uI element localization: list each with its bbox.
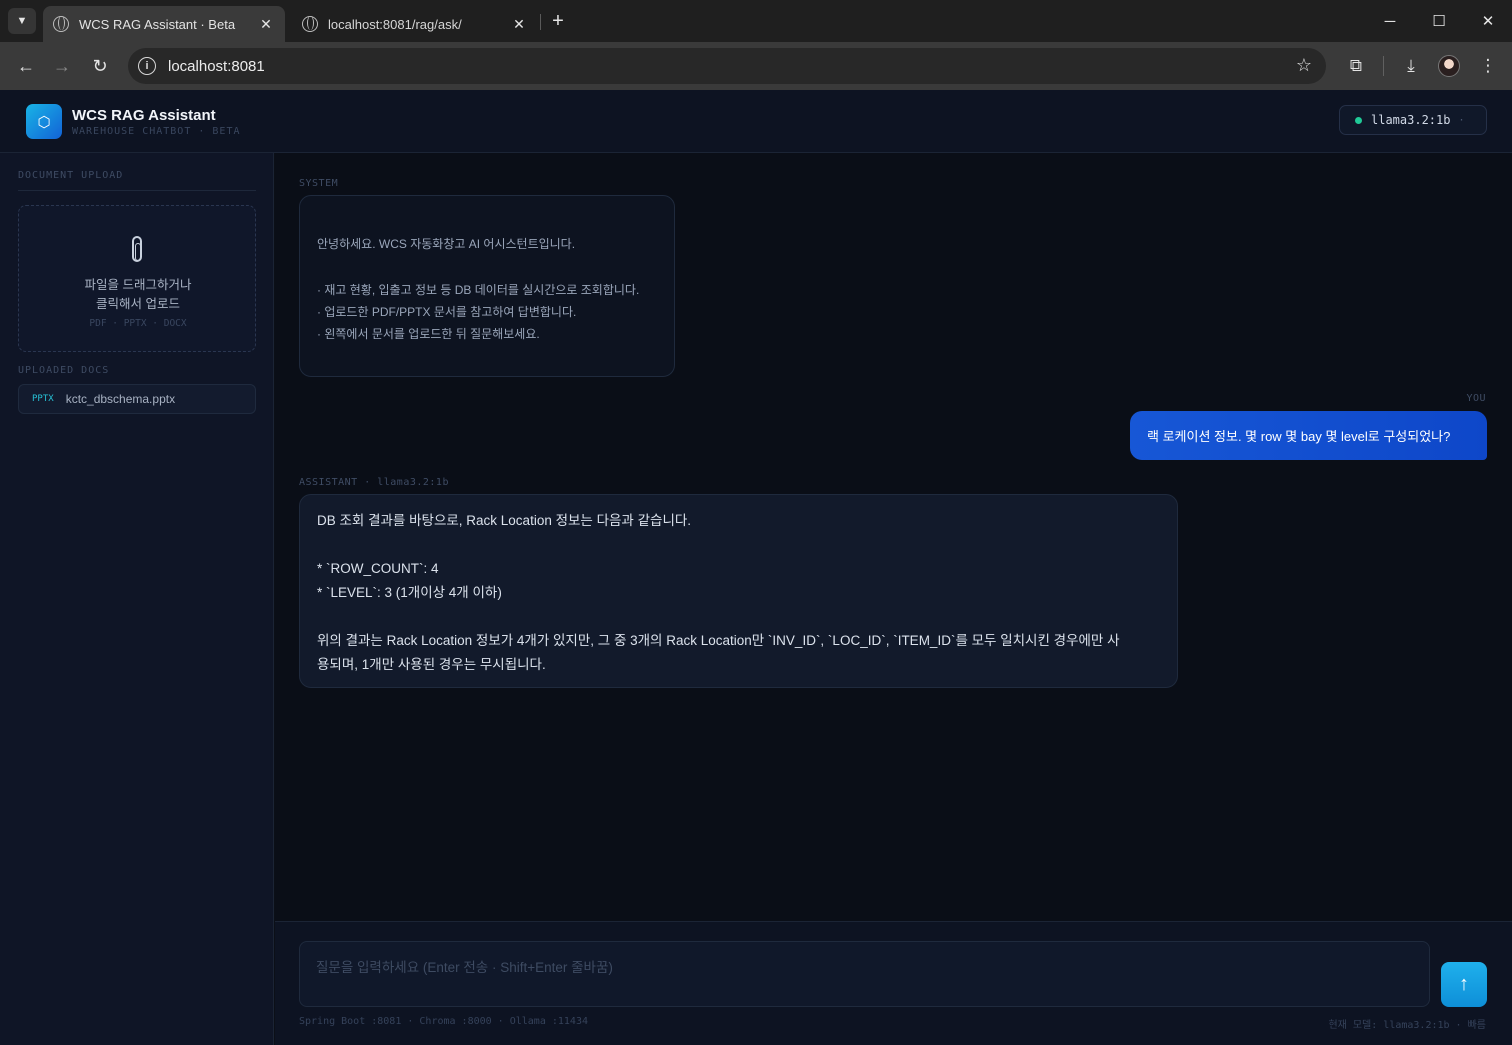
assistant-message: DB 조회 결과를 바탕으로, Rack Location 정보는 다음과 같습… [299, 494, 1178, 688]
chevron-down-icon: · [1458, 114, 1465, 126]
uploaded-docs-label: UPLOADED DOCS [18, 365, 110, 376]
system-message: 안녕하세요. WCS 자동화창고 AI 어시스턴트입니다. · 재고 현황, 입… [299, 195, 675, 377]
tab-title: localhost:8081/rag/ask/ [328, 16, 462, 32]
tab-wcs-rag-assistant[interactable]: WCS RAG Assistant · Beta ✕ [43, 6, 285, 42]
more-menu-icon[interactable]: ⋮ [1476, 54, 1500, 78]
app-header: ⬡ WCS RAG Assistant WAREHOUSE CHATBOT · … [0, 90, 1512, 153]
tab-rag-ask[interactable]: localhost:8081/rag/ask/ ✕ [292, 6, 538, 42]
assistant-label: ASSISTANT · llama3.2:1b [299, 477, 449, 488]
hexagon-logo-icon: ⬡ [26, 104, 62, 139]
system-line: · 업로드한 PDF/PPTX 문서를 참고하여 답변합니다. [317, 305, 577, 319]
globe-icon [302, 16, 318, 32]
extensions-icon[interactable]: ⧉ [1344, 54, 1368, 78]
assistant-line: 용되며, 1개만 사용된 경우는 무시됩니다. [317, 657, 546, 672]
send-button[interactable]: ↑ [1441, 962, 1487, 1007]
composer: ↑ Spring Boot :8081 · Chroma :8000 · Oll… [275, 921, 1512, 1045]
tab-divider [540, 14, 541, 30]
minimize-icon[interactable]: ─ [1372, 8, 1408, 34]
profile-avatar[interactable] [1438, 55, 1460, 77]
browser-toolbar: ← → ↻ i localhost:8081 ☆ ⧉ ⤓ ⋮ [0, 42, 1512, 90]
question-input[interactable] [299, 941, 1430, 1007]
system-line: · 재고 현황, 입출고 정보 등 DB 데이터를 실시간으로 조회합니다. [317, 283, 640, 297]
assistant-line: * `ROW_COUNT`: 4 [317, 561, 439, 576]
assistant-line: DB 조회 결과를 바탕으로, Rack Location 정보는 다음과 같습… [317, 513, 692, 528]
close-tab-icon[interactable]: ✕ [510, 15, 528, 33]
site-info-icon[interactable]: i [138, 57, 156, 75]
model-selector[interactable]: llama3.2:1b · [1339, 105, 1487, 135]
assistant-line: 위의 결과는 Rack Location 정보가 4개가 있지만, 그 중 3개… [317, 633, 1120, 648]
address-bar[interactable]: i localhost:8081 ☆ [128, 48, 1326, 84]
doc-name: kctc_dbschema.pptx [65, 392, 176, 406]
download-icon[interactable]: ⤓ [1399, 54, 1423, 78]
app-subtitle: WAREHOUSE CHATBOT · BETA [72, 126, 241, 137]
system-label: SYSTEM [299, 178, 339, 189]
forward-icon[interactable]: → [48, 52, 76, 80]
system-line: · 왼쪽에서 문서를 업로드한 뒤 질문해보세요. [317, 327, 540, 341]
paperclip-icon [132, 236, 142, 262]
new-tab-button[interactable]: + [546, 9, 570, 33]
browser-tab-bar: ▼ WCS RAG Assistant · Beta ✕ localhost:8… [0, 0, 1512, 42]
arrow-up-icon: ↑ [1459, 973, 1469, 995]
tab-title: WCS RAG Assistant · Beta [79, 16, 236, 32]
service-status: Spring Boot :8081 · Chroma :8000 · Ollam… [299, 1016, 588, 1027]
globe-icon [53, 16, 69, 32]
close-tab-icon[interactable]: ✕ [257, 15, 275, 33]
close-window-icon[interactable]: ✕ [1470, 8, 1506, 34]
section-divider [18, 190, 256, 191]
user-message: 랙 로케이션 정보. 몇 row 몇 bay 몇 level로 구성되었나? [1130, 411, 1487, 460]
status-dot-icon [1355, 116, 1362, 124]
dropzone-formats: PDF · PPTX · DOCX [89, 318, 187, 329]
user-label: YOU [1466, 393, 1486, 404]
tab-search-button[interactable]: ▼ [8, 8, 36, 34]
doc-type-badge: PPTX [32, 394, 54, 404]
toolbar-divider [1383, 56, 1384, 76]
file-dropzone[interactable]: 파일을 드래그하거나 클릭해서 업로드 PDF · PPTX · DOCX [18, 205, 256, 352]
chat-panel: SYSTEM 안녕하세요. WCS 자동화창고 AI 어시스턴트입니다. · 재… [275, 153, 1512, 921]
sidebar: DOCUMENT UPLOAD 파일을 드래그하거나 클릭해서 업로드 PDF … [0, 153, 274, 1045]
app-title: WCS RAG Assistant [72, 107, 216, 124]
reload-icon[interactable]: ↻ [86, 52, 114, 80]
upload-section-label: DOCUMENT UPLOAD [18, 170, 124, 181]
dropzone-line-2: 클릭해서 업로드 [96, 297, 180, 311]
bookmark-star-icon[interactable]: ☆ [1296, 55, 1312, 76]
dropzone-line-1: 파일을 드래그하거나 [84, 278, 192, 292]
address-url: localhost:8081 [168, 57, 265, 75]
current-model-status: 현재 모델: llama3.2:1b · 빠름 [1328, 1020, 1486, 1031]
uploaded-doc-item[interactable]: PPTX kctc_dbschema.pptx [18, 384, 256, 414]
system-line: 안녕하세요. WCS 자동화창고 AI 어시스턴트입니다. [317, 237, 576, 251]
assistant-line: * `LEVEL`: 3 (1개이상 4개 이하) [317, 585, 502, 600]
model-name: llama3.2:1b [1371, 113, 1451, 127]
back-icon[interactable]: ← [12, 52, 40, 80]
maximize-icon[interactable]: ☐ [1421, 8, 1457, 34]
